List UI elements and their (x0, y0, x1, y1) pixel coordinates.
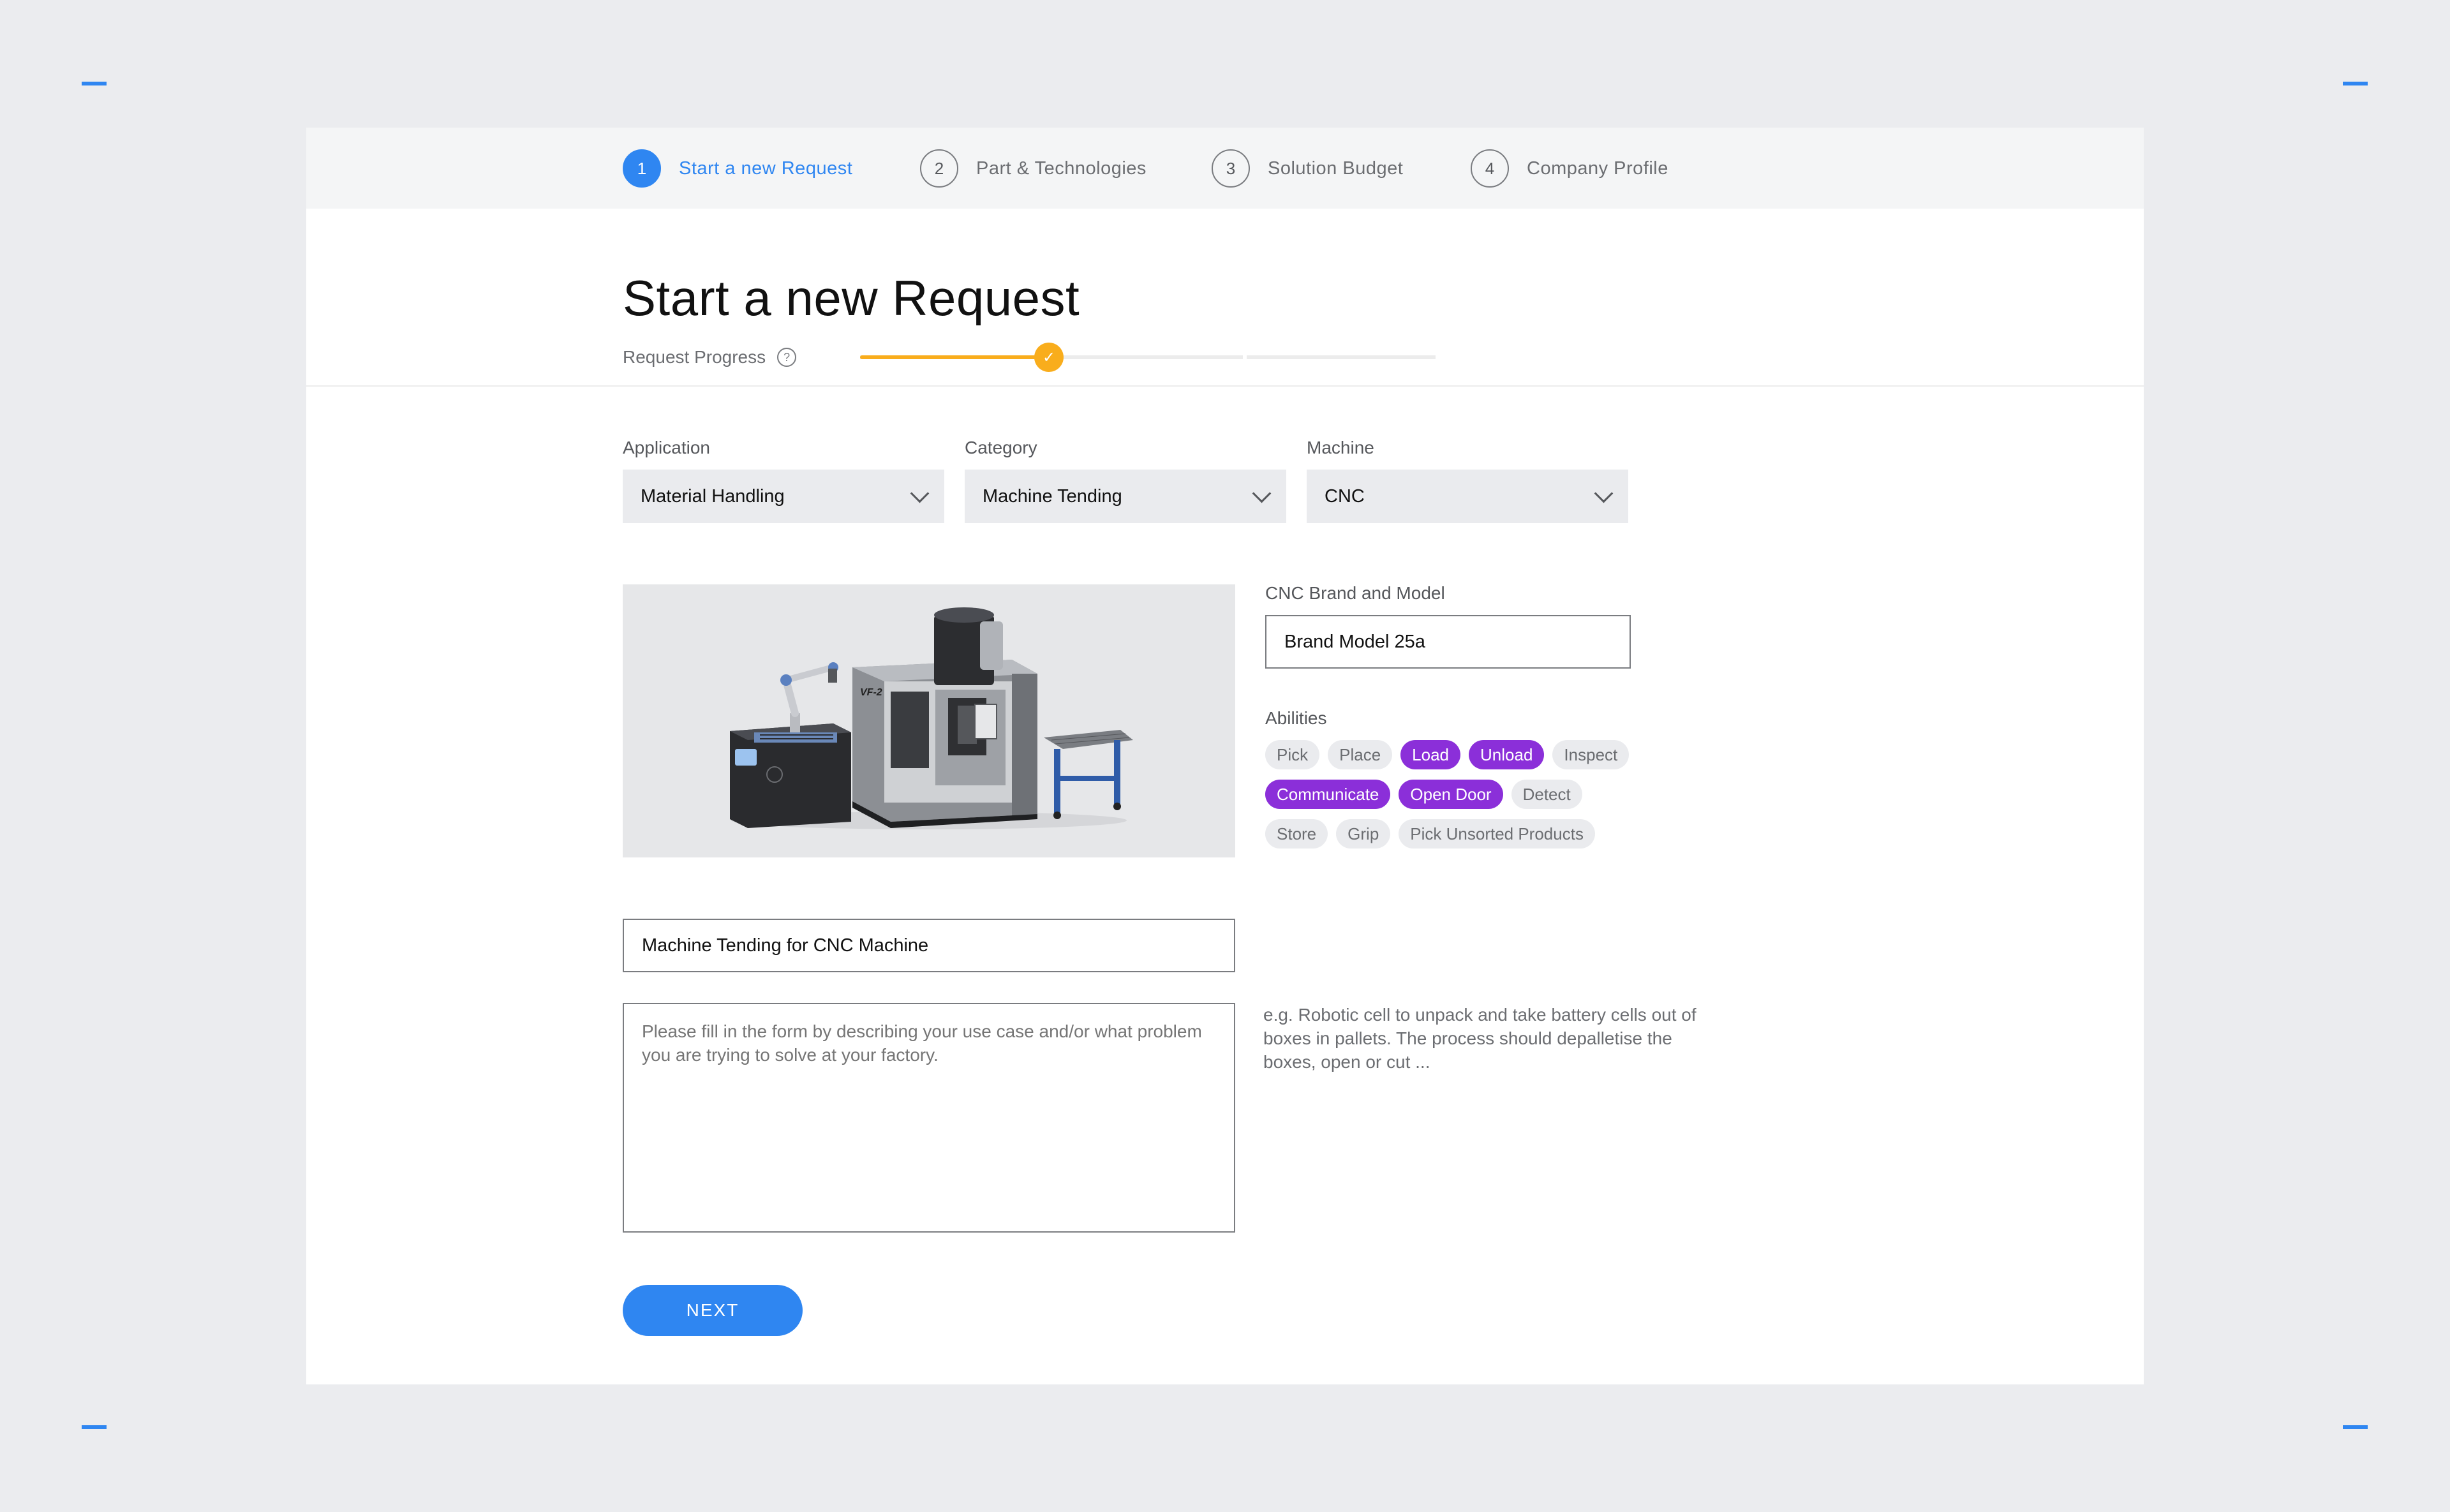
category-select[interactable]: Machine Tending (965, 470, 1286, 523)
chip-grip[interactable]: Grip (1336, 819, 1391, 849)
corner-marker (82, 82, 107, 85)
chip-row: Communicate Open Door Detect (1265, 780, 1712, 809)
header-divider (306, 385, 2144, 387)
request-card: 1 Start a new Request 2 Part & Technolog… (306, 128, 2144, 1384)
chevron-down-icon (1594, 484, 1614, 503)
chip-detect[interactable]: Detect (1511, 780, 1582, 809)
request-title-input[interactable] (623, 919, 1235, 972)
step-part-technologies[interactable]: 2 Part & Technologies (920, 148, 1147, 189)
chevron-down-icon (910, 484, 930, 503)
step-navigation: 1 Start a new Request 2 Part & Technolog… (306, 128, 2144, 209)
step-label: Part & Technologies (976, 158, 1147, 179)
application-select[interactable]: Material Handling (623, 470, 944, 523)
corner-marker (82, 1425, 107, 1429)
progress-label-group: Request Progress ? (623, 345, 797, 370)
progress-fill (860, 355, 1049, 359)
category-label: Category (965, 438, 1037, 457)
step-number: 3 (1212, 149, 1250, 188)
abilities-label: Abilities (1265, 708, 1327, 728)
chip-place[interactable]: Place (1328, 740, 1393, 769)
chip-open-door[interactable]: Open Door (1399, 780, 1503, 809)
step-company-profile[interactable]: 4 Company Profile (1471, 148, 1668, 189)
description-hint: e.g. Robotic cell to unpack and take bat… (1263, 1005, 1696, 1072)
description-textarea[interactable] (623, 1003, 1235, 1233)
machine-image: VF-2 (623, 584, 1235, 857)
step-label: Start a new Request (679, 158, 853, 179)
machine-value: CNC (1325, 485, 1365, 507)
step-label: Solution Budget (1268, 158, 1404, 179)
chip-store[interactable]: Store (1265, 819, 1328, 849)
progress-segment (1247, 355, 1436, 359)
machine-label: Machine (1307, 438, 1374, 457)
step-solution-budget[interactable]: 3 Solution Budget (1212, 148, 1403, 189)
chip-inspect[interactable]: Inspect (1552, 740, 1630, 769)
page-title: Start a new Request (623, 270, 1080, 326)
chip-row: Pick Place Load Unload Inspect (1265, 740, 1712, 769)
next-button[interactable]: NEXT (623, 1285, 803, 1336)
step-start-request[interactable]: 1 Start a new Request (623, 148, 852, 189)
application-value: Material Handling (641, 485, 785, 507)
chip-unload[interactable]: Unload (1469, 740, 1545, 769)
vf2-label: VF-2 (860, 687, 882, 698)
chevron-down-icon (1252, 484, 1272, 503)
chip-pick-unsorted-products[interactable]: Pick Unsorted Products (1399, 819, 1595, 849)
corner-marker (2343, 1425, 2368, 1429)
category-value: Machine Tending (983, 485, 1122, 507)
step-number: 4 (1471, 149, 1509, 188)
corner-marker (2343, 82, 2368, 85)
machine-select[interactable]: CNC (1307, 470, 1628, 523)
progress-label: Request Progress (623, 347, 766, 367)
question-circle-icon[interactable]: ? (777, 348, 797, 367)
chip-communicate[interactable]: Communicate (1265, 780, 1391, 809)
step-number: 2 (920, 149, 958, 188)
chip-pick[interactable]: Pick (1265, 740, 1320, 769)
brand-model-input[interactable] (1265, 615, 1631, 669)
step-label: Company Profile (1527, 158, 1668, 179)
chip-load[interactable]: Load (1400, 740, 1461, 769)
application-label: Application (623, 438, 710, 457)
step-number: 1 (623, 149, 661, 188)
progress-segment (1054, 355, 1243, 359)
brand-label: CNC Brand and Model (1265, 583, 1445, 603)
abilities-chip-group: Pick Place Load Unload Inspect Communica… (1265, 740, 1712, 859)
chip-row: Store Grip Pick Unsorted Products (1265, 819, 1712, 849)
cnc-robot-cell-illustration: VF-2 (730, 607, 1133, 829)
check-icon: ✓ (1034, 343, 1064, 372)
